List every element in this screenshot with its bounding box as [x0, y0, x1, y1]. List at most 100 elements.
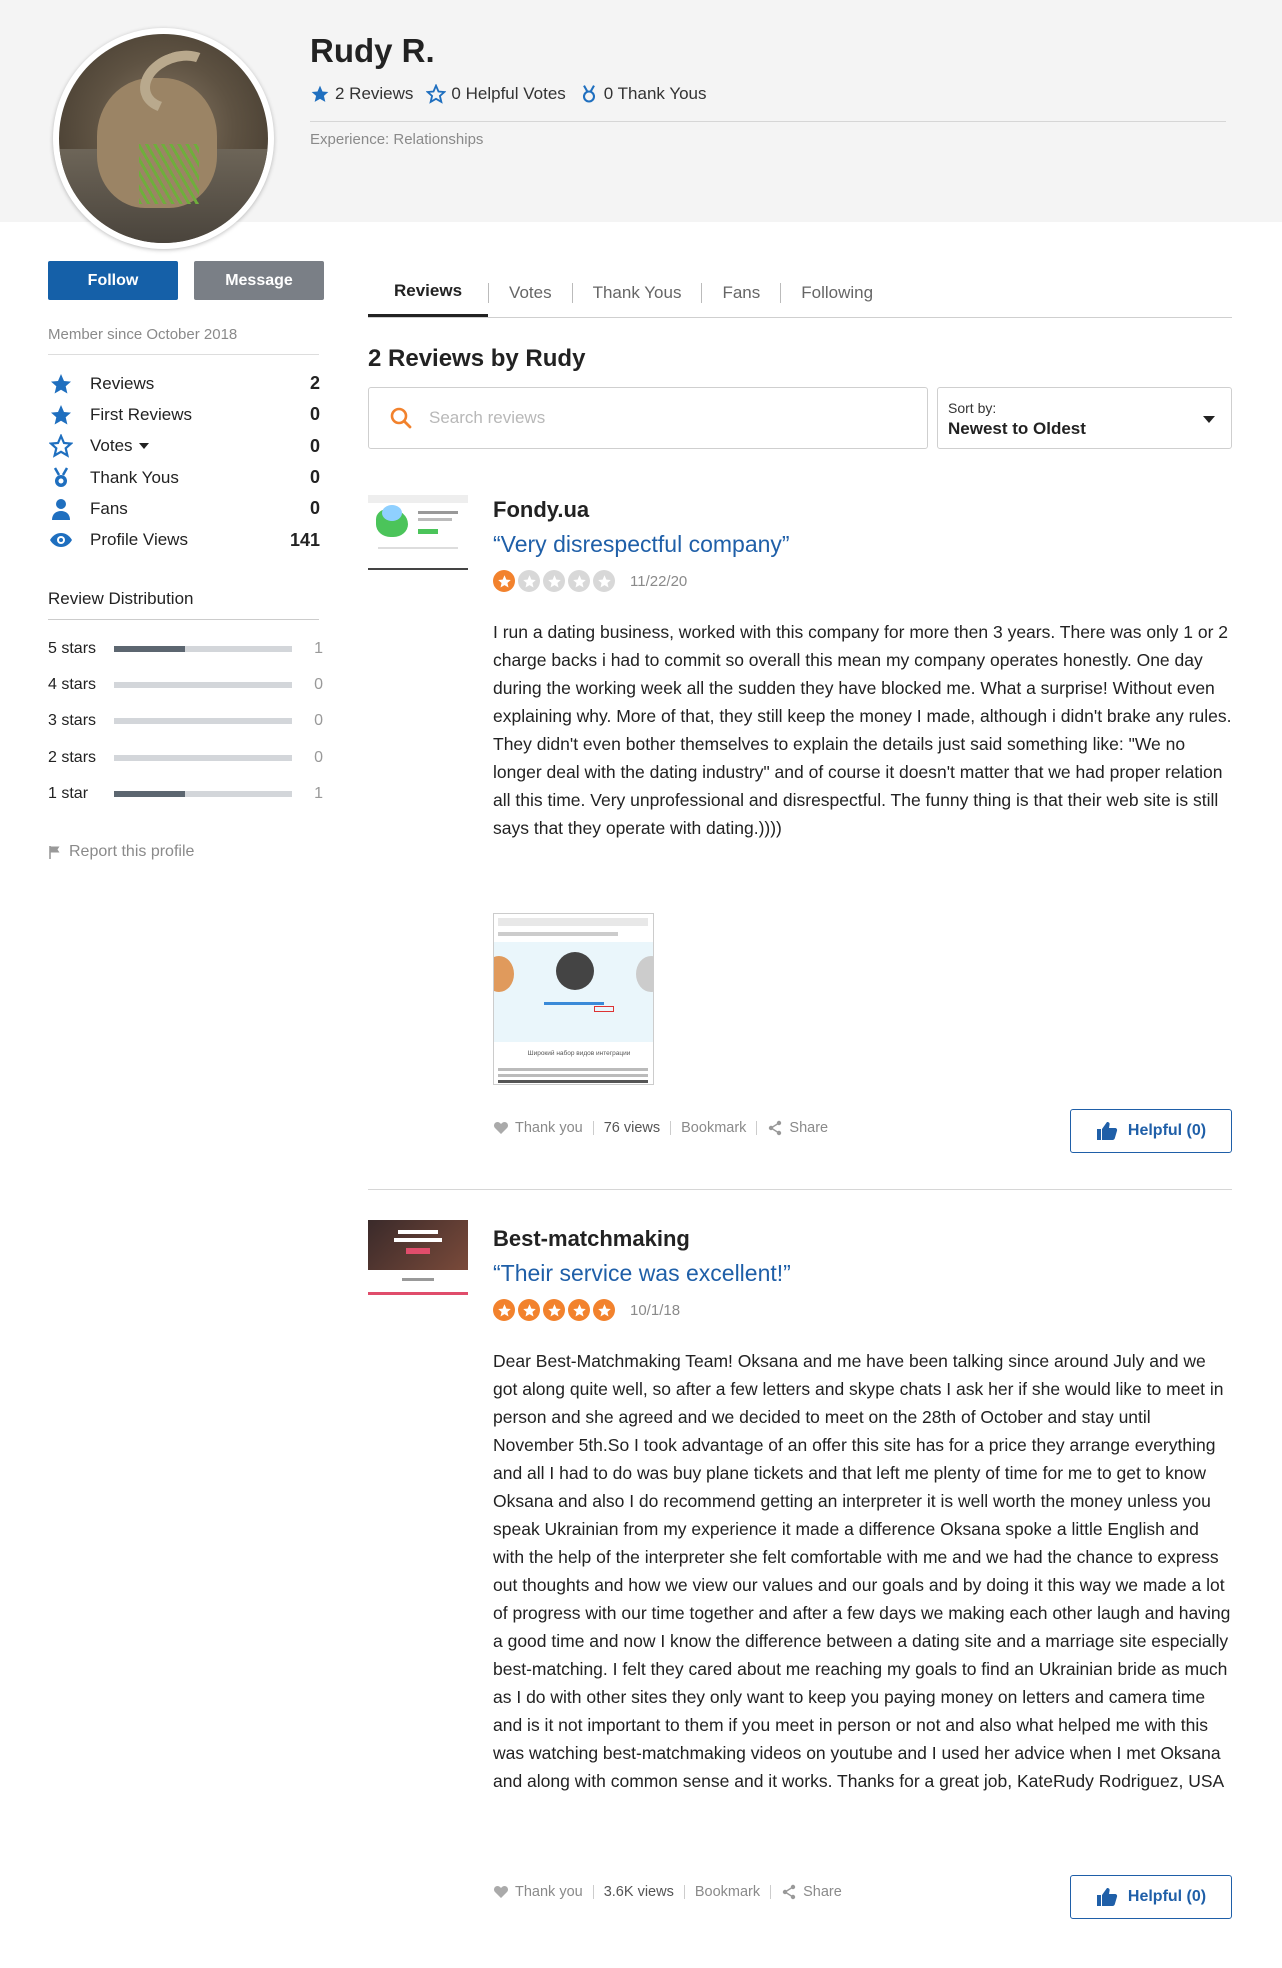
- member-since: Member since October 2018: [48, 326, 238, 343]
- share-label: Share: [803, 1884, 842, 1900]
- share-icon: [769, 1120, 782, 1136]
- sidebar-divider: [48, 354, 319, 355]
- distribution-bar-fill: [114, 790, 186, 797]
- distribution-row[interactable]: 1 star 1: [48, 776, 323, 812]
- star-rating: 11/22/20: [493, 570, 687, 592]
- review-text: Dear Best-Matchmaking Team! Oksana and m…: [493, 1351, 1231, 1791]
- action-divider: [670, 1121, 672, 1135]
- tab-following[interactable]: Following: [781, 268, 893, 317]
- eye-icon: [50, 533, 72, 548]
- star-icon: [51, 373, 71, 394]
- stat-reviews[interactable]: Reviews 2: [48, 368, 320, 399]
- rating-star-icon: [543, 570, 565, 592]
- sort-value: Newest to Oldest: [948, 419, 1086, 438]
- distribution-label: 1 star: [48, 784, 89, 802]
- thank-yous-stat: 0 Thank Yous: [603, 84, 707, 103]
- rating-star-icon: [493, 570, 515, 592]
- share-button[interactable]: Share: [767, 1120, 828, 1136]
- share-icon: [782, 1884, 796, 1900]
- distribution-bar: [114, 718, 292, 725]
- business-thumbnail[interactable]: [368, 495, 468, 570]
- distribution-row[interactable]: 5 stars 1: [48, 631, 323, 667]
- stat-value: 0: [309, 435, 320, 456]
- tab-thank-yous[interactable]: Thank Yous: [573, 268, 702, 317]
- distribution-title: Review Distribution: [48, 589, 194, 608]
- avatar[interactable]: [53, 28, 274, 249]
- review-attachment-image[interactable]: Широкий набор видов интеграции: [493, 913, 654, 1085]
- thank-you-button[interactable]: Thank you: [493, 1884, 583, 1900]
- action-divider: [592, 1885, 594, 1899]
- avatar-photo: [59, 34, 268, 243]
- helpful-votes-stat: 0 Helpful Votes: [451, 84, 566, 103]
- distribution-count: 0: [314, 748, 323, 766]
- flag-icon: [49, 846, 60, 859]
- message-button[interactable]: Message: [194, 261, 324, 300]
- helpful-button[interactable]: Helpful (0): [1070, 1109, 1232, 1153]
- tab-fans[interactable]: Fans: [702, 268, 780, 317]
- profile-stats: 2 Reviews 0 Helpful Votes 0 Thank Yous: [310, 84, 712, 104]
- search-reviews-box[interactable]: [368, 387, 928, 449]
- stat-value: 0: [309, 498, 320, 519]
- bookmark-button[interactable]: Bookmark: [695, 1884, 760, 1900]
- distribution-bar: [114, 790, 292, 797]
- review-date: 10/1/18: [630, 1301, 681, 1319]
- review-title[interactable]: “Their service was excellent!”: [493, 1260, 791, 1287]
- reviews-stat: 2 Reviews: [335, 84, 414, 103]
- review-title[interactable]: “Very disrespectful company”: [493, 531, 790, 558]
- distribution-bar: [114, 646, 292, 653]
- review-card: Fondy.ua “Very disrespectful company” 11…: [368, 495, 1232, 1165]
- rating-star-icon: [568, 1299, 590, 1321]
- star-outline-icon: [49, 434, 73, 458]
- profile-header: Rudy R. 2 Reviews 0 Helpful Votes 0 Than…: [0, 0, 1282, 249]
- review-divider: [368, 1189, 1232, 1190]
- stat-fans[interactable]: Fans 0: [48, 493, 320, 524]
- views-count: 76 views: [603, 1120, 661, 1136]
- stat-label: Profile Views: [90, 530, 188, 550]
- business-thumbnail[interactable]: [368, 1220, 468, 1295]
- stat-label: Fans: [90, 498, 128, 518]
- distribution-label: 3 stars: [48, 712, 97, 730]
- user-name: Rudy R.: [310, 32, 435, 69]
- review-distribution: 5 stars 1 4 stars 0 3 stars 0 2 stars 0 …: [48, 631, 323, 812]
- report-profile-link[interactable]: Report this profile: [48, 843, 194, 861]
- stat-profile-views: Profile Views 141: [48, 524, 320, 555]
- review-text: I run a dating business, worked with thi…: [493, 622, 1232, 838]
- stat-value: 0: [309, 404, 320, 425]
- chevron-down-icon: [1203, 416, 1215, 423]
- stat-label: Votes: [90, 436, 133, 456]
- share-button[interactable]: Share: [781, 1884, 842, 1900]
- distribution-bar: [114, 682, 292, 689]
- stat-first-reviews[interactable]: First Reviews 0: [48, 399, 320, 430]
- business-name[interactable]: Best-matchmaking: [493, 1226, 690, 1252]
- star-icon: [51, 404, 71, 425]
- distribution-row[interactable]: 2 stars 0: [48, 740, 323, 776]
- follow-button[interactable]: Follow: [48, 261, 178, 300]
- distribution-row[interactable]: 3 stars 0: [48, 703, 323, 739]
- thank-you-button[interactable]: Thank you: [493, 1120, 583, 1136]
- sort-dropdown[interactable]: Sort by: Newest to Oldest: [937, 387, 1232, 449]
- profile-tabs: Reviews Votes Thank Yous Fans Following: [368, 268, 1232, 318]
- stat-label: First Reviews: [90, 404, 193, 424]
- chevron-down-icon[interactable]: [138, 443, 149, 450]
- action-divider: [683, 1885, 685, 1899]
- thumbs-up-icon: [1096, 1122, 1118, 1140]
- helpful-label: Helpful (0): [1127, 1888, 1207, 1905]
- rating-star-icon: [518, 570, 540, 592]
- business-name[interactable]: Fondy.ua: [493, 497, 589, 523]
- star-icon: [311, 85, 329, 102]
- helpful-button[interactable]: Helpful (0): [1070, 1875, 1232, 1919]
- rating-star-icon: [493, 1299, 515, 1321]
- review-actions: Thank you 3.6K views Bookmark Share: [493, 1884, 842, 1900]
- stat-label: Thank Yous: [90, 467, 179, 487]
- stat-votes[interactable]: Votes 0: [48, 431, 320, 462]
- bookmark-button[interactable]: Bookmark: [681, 1120, 746, 1136]
- review-card: Best-matchmaking “Their service was exce…: [368, 1220, 1232, 1920]
- distribution-row[interactable]: 4 stars 0: [48, 667, 323, 703]
- tab-reviews[interactable]: Reviews: [368, 268, 489, 317]
- search-input[interactable]: [429, 408, 909, 428]
- tab-votes[interactable]: Votes: [489, 268, 572, 317]
- stat-label: Reviews: [90, 373, 155, 393]
- thank-you-label: Thank you: [515, 1884, 583, 1900]
- rating-star-icon: [593, 1299, 615, 1321]
- stat-thank-yous[interactable]: Thank Yous 0: [48, 462, 320, 493]
